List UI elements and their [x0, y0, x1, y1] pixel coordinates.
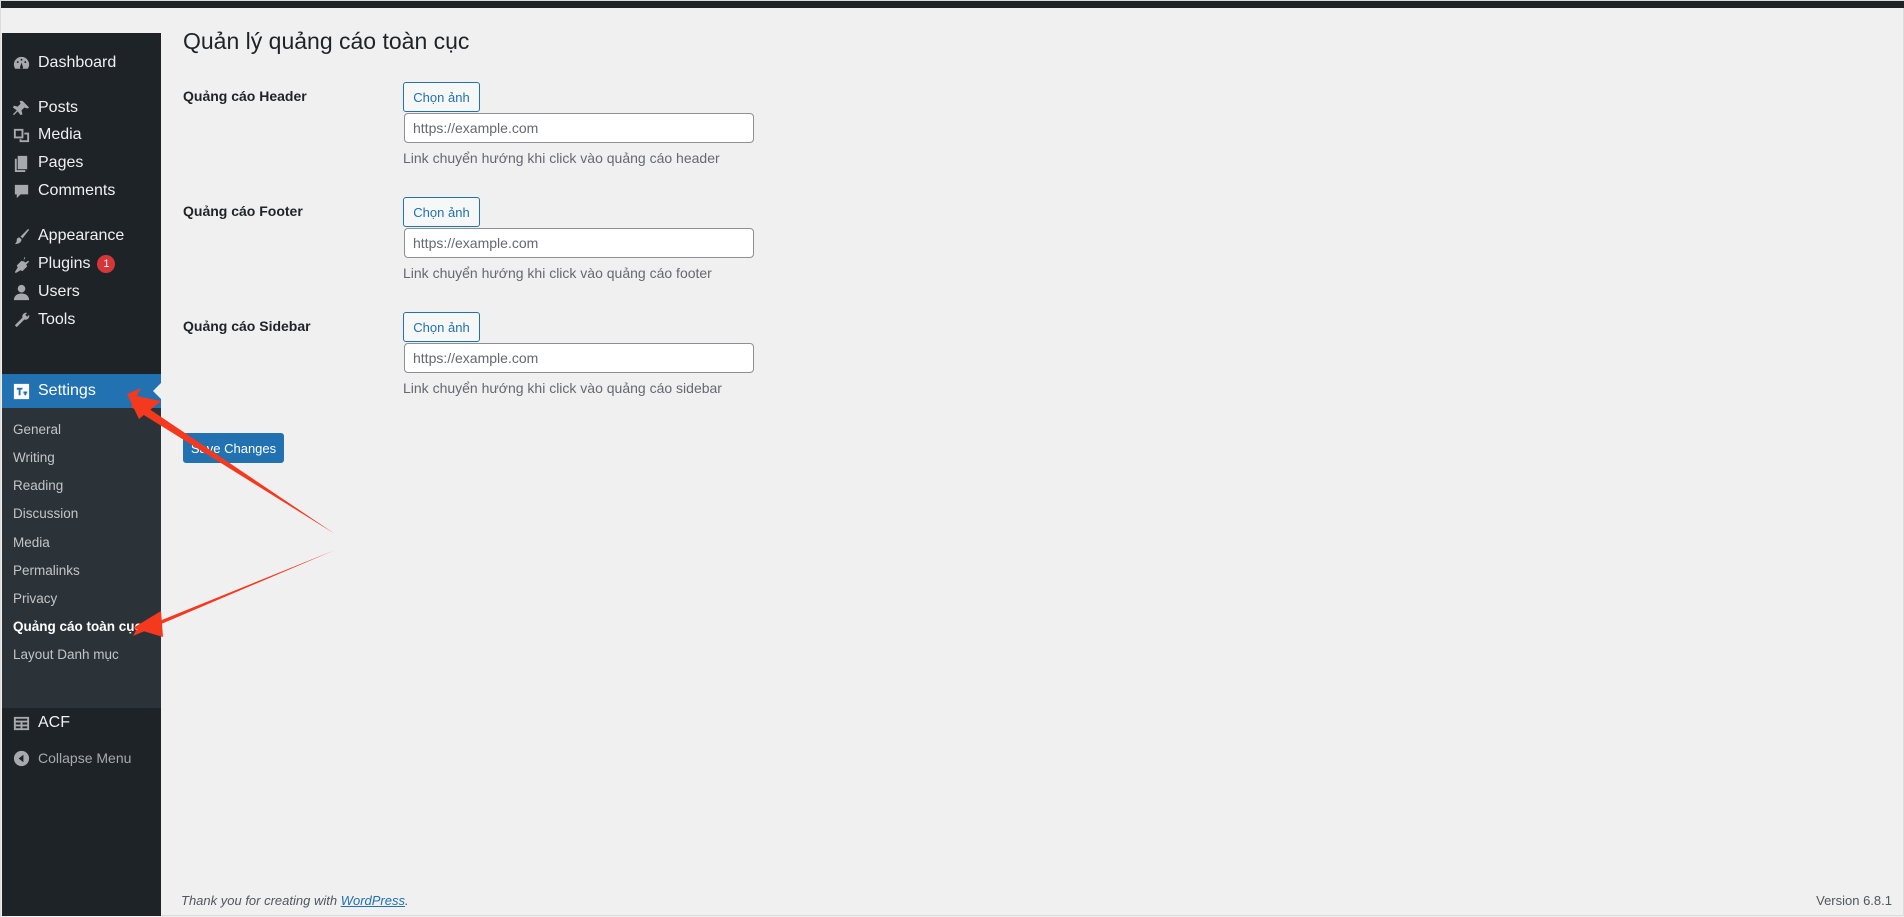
sidebar-item-label: Pages: [38, 154, 84, 171]
table-icon: [11, 713, 31, 733]
sidebar-item-tools[interactable]: Tools: [2, 303, 161, 337]
main-content: Quản lý quảng cáo toàn cục Quảng cáo Hea…: [161, 8, 1904, 917]
submenu-item-permalinks[interactable]: Permalinks: [13, 563, 80, 578]
comment-icon: [11, 181, 31, 201]
sidebar-item-label: Media: [38, 126, 82, 143]
brush-icon: [11, 226, 31, 246]
wrench-icon: [11, 310, 31, 330]
plug-icon: [11, 254, 31, 274]
collapse-menu-label: Collapse Menu: [38, 750, 132, 766]
sidebar-item-label: Dashboard: [38, 54, 117, 71]
page-title: Quản lý quảng cáo toàn cục: [183, 28, 470, 54]
sidebar-item-label: Appearance: [38, 227, 125, 244]
submenu-item-discussion[interactable]: Discussion: [13, 506, 78, 521]
sidebar-item-dashboard[interactable]: Dashboard: [2, 46, 161, 80]
settings-icon: [11, 381, 31, 401]
footer-url-description: Link chuyển hướng khi click vào quảng cá…: [403, 265, 712, 281]
media-icon: [11, 125, 31, 145]
sidebar-url-input[interactable]: [404, 343, 754, 373]
sidebar-item-label: Tools: [38, 311, 76, 328]
plugins-update-badge: 1: [97, 255, 116, 273]
footer-url-input[interactable]: [404, 228, 754, 258]
submenu-item-media[interactable]: Media: [13, 535, 50, 550]
save-changes-button[interactable]: Save Changes: [183, 433, 284, 463]
sidebar-ad-label: Quảng cáo Sidebar: [183, 318, 311, 334]
sidebar-item-acf[interactable]: ACF: [2, 706, 161, 740]
wordpress-link[interactable]: WordPress: [341, 893, 405, 908]
footer-thanks-text: Thank you for creating with: [181, 893, 341, 908]
settings-submenu: General Writing Reading Discussion Media…: [2, 408, 161, 708]
submenu-item-reading[interactable]: Reading: [13, 478, 63, 493]
submenu-item-category-layout[interactable]: Layout Danh mục: [13, 647, 119, 662]
sidebar-item-label: Comments: [38, 182, 116, 199]
sidebar-item-label: Plugins: [38, 255, 91, 272]
pin-icon: [11, 98, 31, 118]
sidebar-choose-image-button[interactable]: Chọn ảnh: [403, 312, 480, 342]
admin-top-bar: [1, 1, 1904, 8]
footer-credit: Thank you for creating with WordPress.: [181, 893, 409, 908]
sidebar-item-settings[interactable]: Settings: [2, 374, 161, 408]
pages-icon: [11, 153, 31, 173]
footer-choose-image-button[interactable]: Chọn ảnh: [403, 197, 480, 227]
admin-sidebar: Dashboard Posts Media Pages Comments App…: [2, 33, 161, 916]
submenu-item-global-ads[interactable]: Quảng cáo toàn cục: [13, 619, 142, 634]
version-label: Version 6.8.1: [1816, 893, 1892, 908]
header-url-input[interactable]: [404, 113, 754, 143]
collapse-icon: [11, 748, 31, 768]
header-choose-image-button[interactable]: Chọn ảnh: [403, 82, 480, 112]
sidebar-item-label: ACF: [38, 714, 70, 731]
sidebar-item-comments[interactable]: Comments: [2, 174, 161, 208]
footer-thanks-suffix: .: [405, 893, 409, 908]
submenu-item-general[interactable]: General: [13, 422, 61, 437]
collapse-menu-button[interactable]: Collapse Menu: [2, 741, 161, 775]
header-url-description: Link chuyển hướng khi click vào quảng cá…: [403, 150, 720, 166]
dashboard-icon: [11, 53, 31, 73]
footer-ad-label: Quảng cáo Footer: [183, 203, 303, 219]
submenu-item-privacy[interactable]: Privacy: [13, 591, 57, 606]
user-icon: [11, 282, 31, 302]
header-ad-label: Quảng cáo Header: [183, 88, 307, 104]
submenu-item-writing[interactable]: Writing: [13, 450, 55, 465]
sidebar-item-label: Users: [38, 283, 80, 300]
sidebar-url-description: Link chuyển hướng khi click vào quảng cá…: [403, 380, 722, 396]
sidebar-item-label: Settings: [38, 382, 96, 399]
sidebar-item-label: Posts: [38, 99, 79, 116]
